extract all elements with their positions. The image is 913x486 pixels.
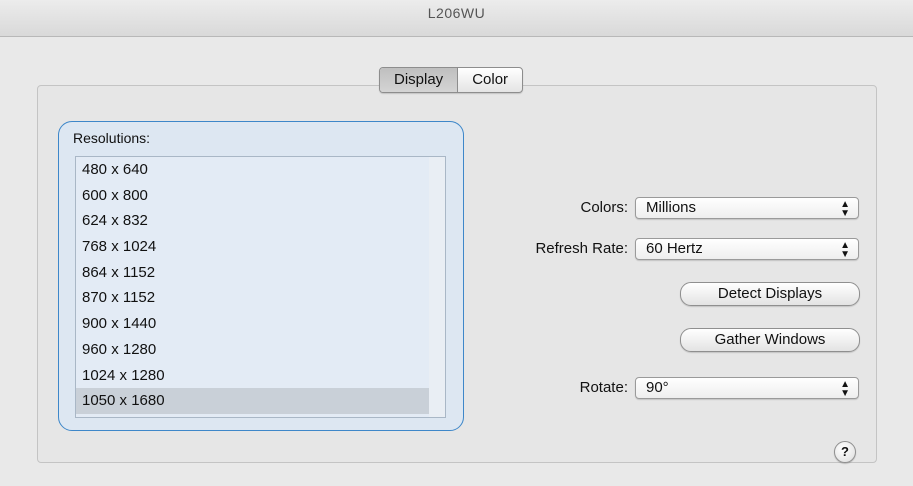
- rotate-popup[interactable]: 90° ▲ ▼: [635, 377, 859, 399]
- resolutions-list[interactable]: 480 x 640 600 x 800 624 x 832 768 x 1024 864…: [75, 156, 431, 418]
- display-pane: Resolutions: 480 x 640 600 x 800 624 x 832…: [37, 85, 877, 463]
- refresh-rate-value: 60 Hertz: [646, 240, 703, 257]
- resolutions-group: Resolutions: 480 x 640 600 x 800 624 x 832…: [58, 121, 464, 431]
- resolution-item[interactable]: 600 x 800: [76, 183, 430, 209]
- resolutions-label: Resolutions:: [73, 130, 151, 146]
- resolution-item[interactable]: 960 x 1280: [76, 337, 430, 363]
- colors-label: Colors:: [580, 199, 628, 216]
- refresh-rate-popup[interactable]: 60 Hertz ▲ ▼: [635, 238, 859, 260]
- window-titlebar[interactable]: L206WU: [0, 0, 913, 37]
- tab-color[interactable]: Color: [458, 68, 522, 92]
- rotate-value: 90°: [646, 379, 669, 396]
- resolution-item[interactable]: 768 x 1024: [76, 234, 430, 260]
- help-icon[interactable]: ?: [834, 441, 856, 463]
- updown-arrows-icon: ▲ ▼: [840, 199, 850, 219]
- preferences-content: Display Color Resolutions: 480 x 640 600 …: [0, 37, 913, 486]
- window-title: L206WU: [427, 5, 486, 21]
- colors-value: Millions: [646, 199, 697, 216]
- updown-arrows-icon: ▲ ▼: [840, 379, 850, 399]
- tab-display[interactable]: Display: [380, 68, 459, 92]
- tab-bar: Display Color: [379, 67, 524, 93]
- resolution-item[interactable]: 480 x 640: [76, 157, 430, 183]
- refresh-rate-label: Refresh Rate:: [535, 240, 628, 257]
- resolution-item[interactable]: 864 x 1152: [76, 260, 430, 286]
- resolution-item[interactable]: 900 x 1440: [76, 311, 430, 337]
- gather-windows-button[interactable]: Gather Windows: [680, 328, 860, 352]
- detect-displays-button[interactable]: Detect Displays: [680, 282, 860, 306]
- updown-arrows-icon: ▲ ▼: [840, 240, 850, 260]
- rotate-label: Rotate:: [579, 379, 628, 396]
- colors-popup[interactable]: Millions ▲ ▼: [635, 197, 859, 219]
- resolution-item[interactable]: 1024 x 1280: [76, 363, 430, 389]
- resolution-item[interactable]: 1050 x 1680: [76, 388, 430, 414]
- resolution-item[interactable]: 870 x 1152: [76, 285, 430, 311]
- resolution-item[interactable]: 624 x 832: [76, 208, 430, 234]
- resolutions-scrollbar[interactable]: [429, 156, 446, 418]
